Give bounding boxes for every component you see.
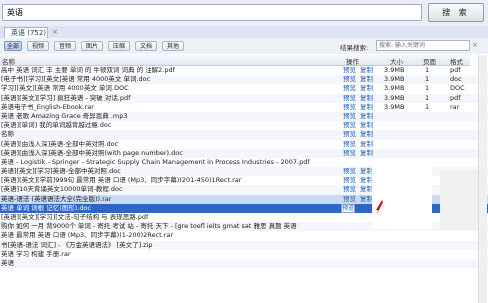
preview-link[interactable]: 预览: [343, 167, 356, 176]
preview-link[interactable]: 预览: [343, 112, 356, 121]
table-row[interactable]: [英语][由浅入深]英语-全部中英对照(with page number).do…: [0, 148, 488, 158]
table-row[interactable]: [电子书][学习][英文]英语 常用 4000英文 单词.doc 预览 复制 3.9M…: [0, 75, 488, 85]
preview-link[interactable]: 预览: [343, 195, 356, 204]
file-size: 3.9MB: [384, 102, 405, 111]
close-icon[interactable]: ×: [52, 27, 58, 37]
preview-link[interactable]: 预览: [343, 185, 356, 194]
file-name: [英语][单词] 我的单词越背越过瘾.doc: [1, 121, 112, 130]
filter-all-button[interactable]: 全部: [4, 41, 22, 51]
file-name: 英语 最常用 英语 口语 (Mp3、同步字幕)(1-200)2Rect.rar: [1, 231, 174, 240]
table-row[interactable]: 英语 最常用 英语 口语 (Mp3、同步字幕)(1-200)2Rect.rar: [0, 231, 488, 240]
table-header: 名称 操作 大小 页面 格式: [0, 55, 470, 66]
preview-button[interactable]: 预览: [341, 203, 355, 213]
search-bar: 搜 索: [0, 0, 488, 26]
column-name[interactable]: 名称: [2, 56, 15, 66]
copy-link[interactable]: 复制: [360, 75, 373, 84]
file-name: 英语 老歌 Amazing Grace 奇异恩典 .mp3: [1, 111, 128, 120]
copy-link[interactable]: 复制: [360, 130, 373, 139]
copy-link[interactable]: 复制: [360, 112, 373, 121]
copy-link[interactable]: 复制: [360, 66, 373, 75]
result-search-input[interactable]: [376, 40, 470, 51]
copy-link[interactable]: 复制: [360, 140, 373, 149]
file-name: 英语电子书_English-Ebook.rar: [1, 102, 94, 111]
table-row[interactable]: 英语电子书_English-Ebook.rar 预览 复制 3.9MB 1 rar: [0, 103, 488, 112]
search-input[interactable]: [2, 4, 422, 21]
file-name: 学习][英文][英语 常用 4000英文 单词.DOC: [1, 84, 129, 93]
file-format: doc: [450, 75, 462, 84]
file-format: pdf: [450, 93, 461, 102]
file-pages: 1: [425, 93, 430, 102]
file-pages: 1: [425, 75, 430, 84]
table-row[interactable]: 英语 学习 构建 手册.rar: [0, 250, 488, 259]
preview-link[interactable]: 预览: [343, 130, 356, 139]
table-row[interactable]: 书[英语-语法 词汇] - 《万金英语语法》 [英文了].zip: [0, 240, 488, 250]
preview-link[interactable]: 预览: [343, 140, 356, 149]
filter-video-button[interactable]: 视频: [27, 41, 49, 51]
file-size: 3.9MB: [384, 93, 405, 102]
table-row[interactable]: 高中 英语 词汇 丰 主要 单词 的 牛顿双词 词典 的 注解2.pdf 预览 复制…: [0, 66, 488, 75]
filter-image-button[interactable]: 图片: [81, 41, 103, 51]
copy-link[interactable]: 复制: [360, 149, 373, 158]
column-size[interactable]: 大小: [390, 56, 403, 66]
file-name: 英语][英文][学习]英语-全部中英对照.doc: [1, 167, 121, 176]
file-format: DOC: [450, 84, 465, 93]
copy-link[interactable]: 复制: [360, 121, 373, 130]
file-size: 3.9MB: [384, 66, 405, 74]
search-button[interactable]: 搜 索: [428, 3, 484, 22]
file-pages: 1: [425, 102, 430, 111]
copy-link[interactable]: 复制: [360, 84, 373, 93]
preview-link[interactable]: 预览: [343, 84, 356, 93]
table-row[interactable]: [英语][单词] 我的单词越背越过瘾.doc 预览 复制: [0, 121, 488, 130]
column-pages[interactable]: 页面: [423, 56, 436, 66]
clear-icon[interactable]: ×: [472, 41, 478, 49]
copy-link[interactable]: 复制: [360, 94, 373, 103]
table-row[interactable]: [英语][由浅入深]英语-全部中英对照.doc 预览 复制: [0, 140, 488, 149]
filter-archive-button[interactable]: 压缩: [108, 41, 130, 51]
tab-results[interactable]: 英语 (752): [4, 27, 48, 38]
file-name: [英语][由浅入深]英语-全部中英对照.doc: [1, 139, 119, 148]
file-size: 3.9MB: [384, 75, 405, 84]
table-row[interactable]: 学习][英文][英语 常用 4000英文 单词.DOC 预览 复制 3.9MB 1 DOC: [0, 84, 488, 93]
filter-audio-button[interactable]: 音频: [54, 41, 76, 51]
filter-document-button[interactable]: 文档: [135, 41, 157, 51]
table-row[interactable]: [英语][英文][学习] 疯狂英语 - 突破 对话.pdf 预览 复制 3.9MB 1 p…: [0, 93, 488, 103]
file-name: 英语 单词 词根 记忆(图形).doc: [1, 203, 92, 212]
preview-link[interactable]: 预览: [343, 149, 356, 158]
file-name: 英语: [1, 258, 14, 267]
file-format: pdf: [450, 66, 461, 74]
preview-link[interactable]: 预览: [343, 75, 356, 84]
table-row[interactable]: 名称 预览 复制: [0, 130, 488, 140]
column-actions: 操作: [346, 58, 359, 66]
preview-link[interactable]: 预览: [343, 66, 356, 75]
table-row[interactable]: 英语: [0, 258, 488, 269]
file-name: [英语][由浅入深]英语-全部中英对照(with page number).do…: [1, 148, 183, 157]
file-pages: 1: [425, 84, 430, 93]
file-name: [英语][英文][学前]999句 最常用 英语 口语 (Mp3、同步字幕)(20…: [1, 176, 242, 185]
table-row[interactable]: 英语 老歌 Amazing Grace 奇异恩典 .mp3 预览 复制: [0, 111, 488, 122]
file-pages: 1: [425, 66, 430, 74]
file-name: 英语 学习 构建 手册.rar: [1, 249, 71, 258]
file-size: 3.9MB: [384, 84, 405, 93]
file-name: 名称: [1, 130, 14, 139]
context-overlay-shadow: [440, 170, 480, 230]
mouse-cursor-icon: [376, 200, 383, 214]
scrollbar[interactable]: [478, 55, 487, 303]
filter-bar: 全部 视频 音频 图片 压缩 文档 其他 结果搜索: ×: [0, 38, 488, 54]
preview-link[interactable]: 预览: [343, 94, 356, 103]
file-name: [英语]10天背诵英文10000单词-教程.doc: [1, 185, 123, 194]
result-search-label: 结果搜索:: [340, 44, 369, 52]
file-name: [英语][英文][学习] 疯狂英语 - 突破 对话.pdf: [1, 93, 131, 102]
file-name: 高中 英语 词汇 丰 主要 单词 的 牛顿双词 词典 的 注解2.pdf: [1, 66, 175, 74]
preview-link[interactable]: 预览: [343, 121, 356, 130]
context-overlay: [372, 159, 432, 229]
file-name: 英语-语法 (英语语法大全(完全版)).rar: [1, 194, 112, 203]
filter-other-button[interactable]: 其他: [162, 41, 184, 51]
column-format[interactable]: 格式: [450, 56, 463, 66]
copy-link[interactable]: 复制: [360, 103, 373, 112]
preview-link[interactable]: 预览: [343, 103, 356, 112]
file-name: 书[英语-语法 词汇] - 《万金英语语法》 [英文了].zip: [1, 240, 153, 249]
file-name: [电子书][学习][英文]英语 常用 4000英文 单词.doc: [1, 75, 151, 84]
file-format: rar: [450, 102, 460, 111]
